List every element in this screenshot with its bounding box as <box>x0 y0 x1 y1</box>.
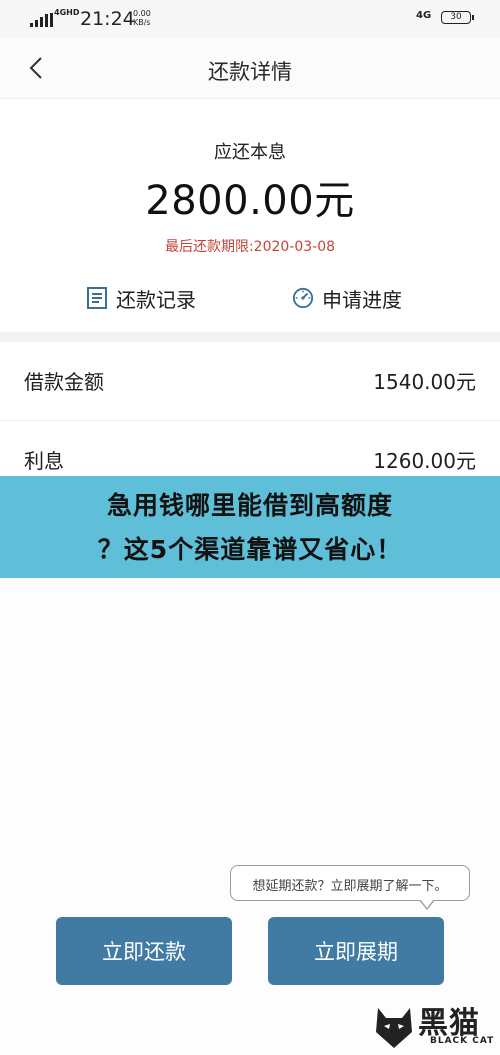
due-amount: 2800.00元 <box>145 178 355 224</box>
tooltip-text: 想延期还款？立即展期了解一下。 <box>252 879 448 894</box>
repay-now-button[interactable]: 立即还款 <box>56 917 232 985</box>
page-title: 还款详情 <box>208 60 292 84</box>
headline-banner: 急用钱哪里能借到高额度 ？这5个渠道靠谱又省心！ <box>0 476 500 578</box>
banner-line-2: ？这5个渠道靠谱又省心！ <box>97 535 403 564</box>
battery-icon: 30 <box>441 11 474 24</box>
speed-unit: KB/s <box>133 18 151 27</box>
status-time: 21:24 <box>80 8 135 30</box>
application-progress-label: 申请进度 <box>322 287 402 312</box>
detail-row-loan-amount: 借款金额 1540.00元 <box>0 342 500 421</box>
black-cat-icon <box>376 1008 412 1048</box>
loan-amount-label: 借款金额 <box>24 370 104 394</box>
network-type-right: 4G <box>416 10 432 21</box>
repayment-record-link[interactable]: 还款记录 <box>86 280 196 316</box>
repayment-record-label: 还款记录 <box>116 287 196 312</box>
network-speed: 0.00 KB/s <box>133 9 151 27</box>
loan-amount-value: 1540.00元 <box>373 370 476 394</box>
interest-label: 利息 <box>24 449 64 473</box>
due-label: 应还本息 <box>214 142 286 163</box>
due-deadline: 最后还款期限:2020-03-08 <box>164 239 336 255</box>
extend-now-button[interactable]: 立即展期 <box>268 917 444 985</box>
application-progress-link[interactable]: 申请进度 <box>292 280 402 316</box>
repayment-summary: 应还本息 2800.00元 最后还款期限:2020-03-08 还款记录 申请进… <box>0 100 500 332</box>
watermark-text-en: BLACK CAT <box>430 1036 495 1046</box>
document-icon <box>87 287 107 309</box>
section-divider <box>0 332 500 342</box>
interest-value: 1260.00元 <box>373 449 476 473</box>
network-type: 4GHD <box>54 8 80 17</box>
speed-value: 0.00 <box>133 9 151 18</box>
nav-bar: 还款详情 <box>0 38 500 99</box>
banner-line-1: 急用钱哪里能借到高额度 <box>106 491 393 520</box>
signal-icon <box>30 13 54 27</box>
watermark-logo: 黑猫 BLACK CAT <box>372 996 500 1055</box>
battery-level: 30 <box>450 12 462 22</box>
extension-tooltip: 想延期还款？立即展期了解一下。 <box>230 865 470 910</box>
gauge-icon <box>292 287 314 309</box>
status-bar: 4GHD 21:24 0.00 KB/s 4G 30 <box>0 0 500 38</box>
